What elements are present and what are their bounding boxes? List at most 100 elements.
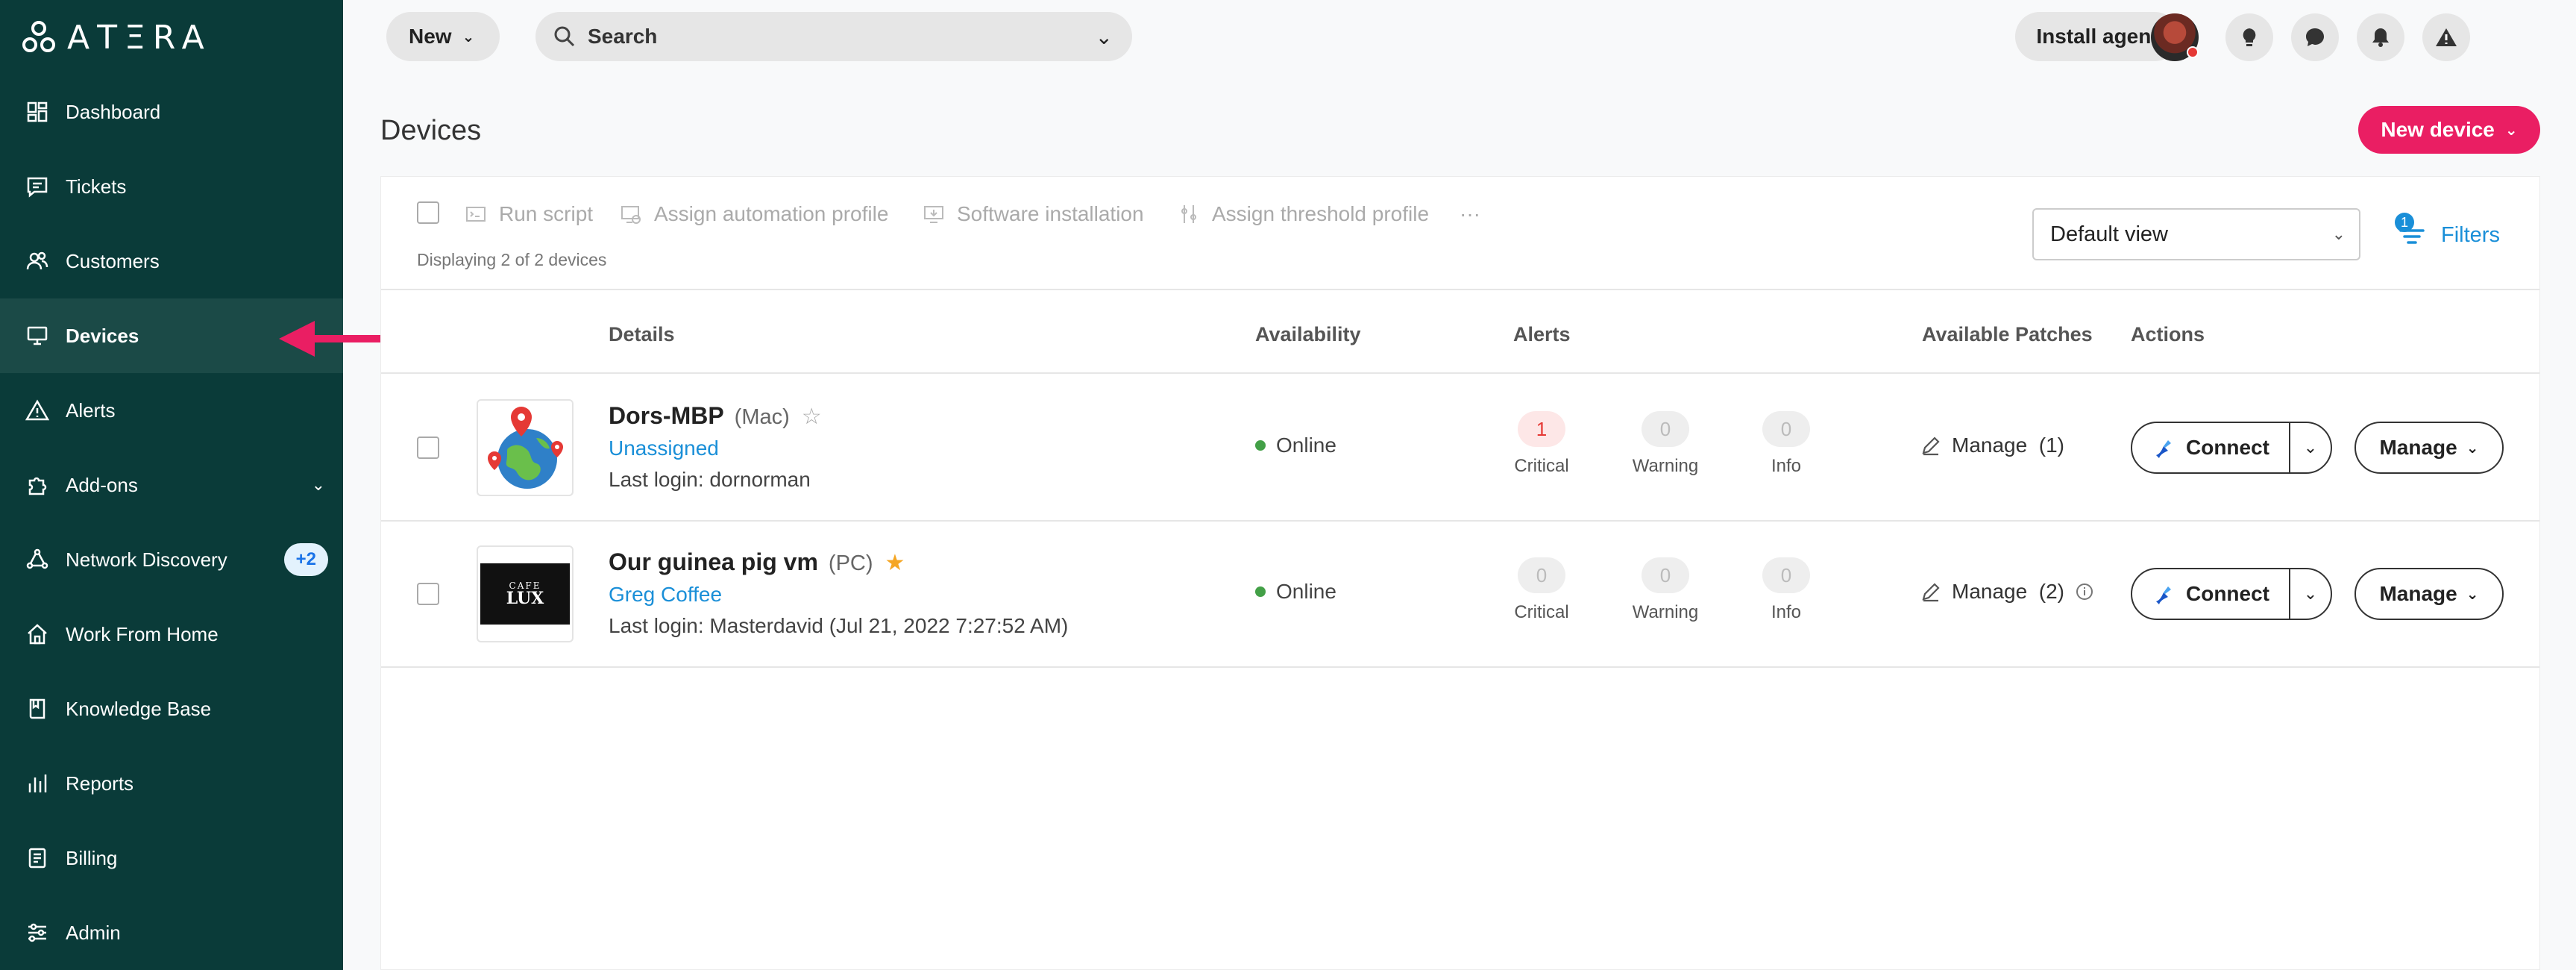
table-row[interactable]: CAFE LUX Our guinea pig vm (PC) ★ Greg Cof…	[381, 522, 2539, 668]
pencil-icon	[1922, 436, 1940, 456]
favorite-star-icon[interactable]: ★	[885, 551, 905, 575]
connect-button[interactable]: Connect	[2132, 569, 2290, 619]
sidebar-item-reports[interactable]: Reports	[0, 746, 343, 821]
bell-icon[interactable]	[2357, 13, 2404, 61]
alert-info[interactable]: 0 Info	[1734, 411, 1838, 477]
chevron-down-icon[interactable]: ⌄	[1096, 25, 1113, 49]
sidebar-item-admin[interactable]: Admin	[0, 895, 343, 970]
view-select[interactable]: Default view ⌄	[2032, 208, 2360, 260]
table-row[interactable]: Dors-MBP (Mac) ☆ Unassigned Last login: do…	[381, 375, 2539, 522]
search-input[interactable]: Search ⌄	[535, 12, 1132, 61]
sidebar-item-dashboard[interactable]: Dashboard	[0, 75, 343, 149]
more-actions-button[interactable]: ···	[1460, 199, 1480, 229]
alert-info[interactable]: 0 Info	[1734, 557, 1838, 623]
warning-icon[interactable]	[2422, 13, 2470, 61]
new-button[interactable]: New ⌄	[386, 12, 500, 61]
availability-status: Online	[1255, 580, 1336, 604]
manage-patches-link[interactable]: Manage (2)	[1920, 580, 2094, 604]
favorite-star-icon[interactable]: ☆	[802, 404, 822, 429]
cafe-lux-logo: CAFE LUX	[480, 563, 570, 625]
sidebar-item-work-from-home[interactable]: Work From Home	[0, 597, 343, 672]
device-name[interactable]: Our guinea pig vm	[609, 548, 818, 575]
column-header-actions: Actions	[2131, 323, 2205, 345]
column-header-alerts[interactable]: Alerts	[1513, 323, 1571, 346]
sidebar-item-alerts[interactable]: Alerts	[0, 373, 343, 448]
manage-patches-label: Manage (1)	[1952, 434, 2064, 457]
atera-logo[interactable]: AΤΞRA	[22, 18, 212, 57]
column-header-availability[interactable]: Availability	[1255, 323, 1361, 346]
row-checkbox[interactable]	[417, 436, 439, 459]
availability-label: Online	[1276, 580, 1336, 603]
software-installation-button[interactable]: Software installation	[923, 199, 1144, 229]
device-thumbnail: CAFE LUX	[477, 545, 574, 642]
column-header-details[interactable]: Details	[609, 323, 675, 346]
chat-icon[interactable]	[2291, 13, 2339, 61]
alert-warning-count: 0	[1642, 411, 1689, 447]
alert-warning-label: Warning	[1632, 456, 1699, 476]
availability-label: Online	[1276, 434, 1336, 457]
run-script-button[interactable]: Run script	[465, 199, 593, 229]
connect-dropdown-chevron-icon[interactable]: ⌄	[2290, 438, 2331, 457]
device-customer-link[interactable]: Greg Coffee	[609, 583, 722, 607]
column-header-patches[interactable]: Available Patches	[1922, 323, 2093, 346]
sidebar-item-label: Tickets	[66, 175, 127, 198]
sidebar-item-billing[interactable]: Billing	[0, 821, 343, 895]
sidebar-item-network-discovery[interactable]: Network Discovery +2	[0, 522, 343, 597]
manage-patches-label: Manage (2)	[1952, 580, 2064, 603]
alert-warning[interactable]: 0 Warning	[1613, 557, 1718, 623]
alert-info-count: 0	[1762, 557, 1810, 593]
atera-logo-icon	[22, 21, 55, 52]
row-checkbox[interactable]	[417, 583, 439, 605]
home-icon	[24, 621, 51, 648]
bar-chart-icon	[24, 770, 51, 797]
select-all-checkbox[interactable]	[417, 201, 439, 224]
sidebar-item-label: Alerts	[66, 398, 116, 422]
alert-critical-count: 0	[1518, 557, 1565, 593]
sidebar-item-tickets[interactable]: Tickets	[0, 149, 343, 224]
alert-critical[interactable]: 0 Critical	[1489, 557, 1594, 623]
device-type: (PC)	[828, 551, 873, 575]
availability-status: Online	[1255, 434, 1336, 457]
device-customer-link[interactable]: Unassigned	[609, 436, 719, 460]
lightbulb-icon[interactable]	[2225, 13, 2273, 61]
alert-info-label: Info	[1771, 602, 1802, 622]
sidebar-item-label: Customers	[66, 249, 160, 272]
manage-patches-link[interactable]: Manage (1)	[1920, 434, 2064, 457]
sidebar-item-label: Devices	[66, 324, 139, 347]
dashboard-icon	[24, 98, 51, 125]
device-name[interactable]: Dors-MBP	[609, 402, 724, 429]
connect-dropdown-chevron-icon[interactable]: ⌄	[2290, 584, 2331, 604]
table-header: Details Availability Alerts Available Pa…	[381, 292, 2539, 374]
assign-automation-button[interactable]: Assign automation profile	[620, 199, 888, 229]
filters-label: Filters	[2441, 222, 2500, 247]
sidebar-item-add-ons[interactable]: Add-ons ⌄	[0, 448, 343, 522]
alert-warning[interactable]: 0 Warning	[1613, 411, 1718, 477]
monitor-icon	[24, 322, 51, 349]
sliders-icon	[24, 919, 51, 946]
manage-label: Manage	[2379, 582, 2457, 605]
new-device-button[interactable]: New device ⌄	[2358, 106, 2540, 154]
puzzle-icon	[24, 472, 51, 498]
manage-button[interactable]: Manage ⌄	[2354, 422, 2504, 474]
sidebar-item-customers[interactable]: Customers	[0, 224, 343, 298]
info-icon[interactable]	[2075, 582, 2094, 601]
alert-info-label: Info	[1771, 456, 1802, 476]
automation-icon	[621, 206, 641, 224]
manage-button[interactable]: Manage ⌄	[2354, 568, 2504, 620]
alert-critical-count: 1	[1518, 411, 1565, 447]
assign-threshold-label: Assign threshold profile	[1212, 202, 1430, 225]
run-script-label: Run script	[499, 202, 594, 225]
assign-threshold-button[interactable]: Assign threshold profile	[1178, 199, 1429, 229]
sidebar-item-label: Reports	[66, 772, 134, 795]
new-device-label: New device	[2381, 118, 2495, 141]
alert-critical-label: Critical	[1514, 456, 1569, 476]
connect-label: Connect	[2186, 436, 2269, 459]
filters-button[interactable]: 1 Filters	[2395, 213, 2500, 257]
connect-button[interactable]: Connect	[2132, 423, 2290, 472]
sidebar-item-label: Billing	[66, 846, 118, 869]
alert-critical[interactable]: 1 Critical	[1489, 411, 1594, 477]
online-status-dot	[1255, 586, 1266, 597]
sidebar-item-label: Add-ons	[66, 473, 138, 496]
sidebar-item-knowledge-base[interactable]: Knowledge Base	[0, 672, 343, 746]
filter-icon: 1	[2395, 213, 2428, 251]
